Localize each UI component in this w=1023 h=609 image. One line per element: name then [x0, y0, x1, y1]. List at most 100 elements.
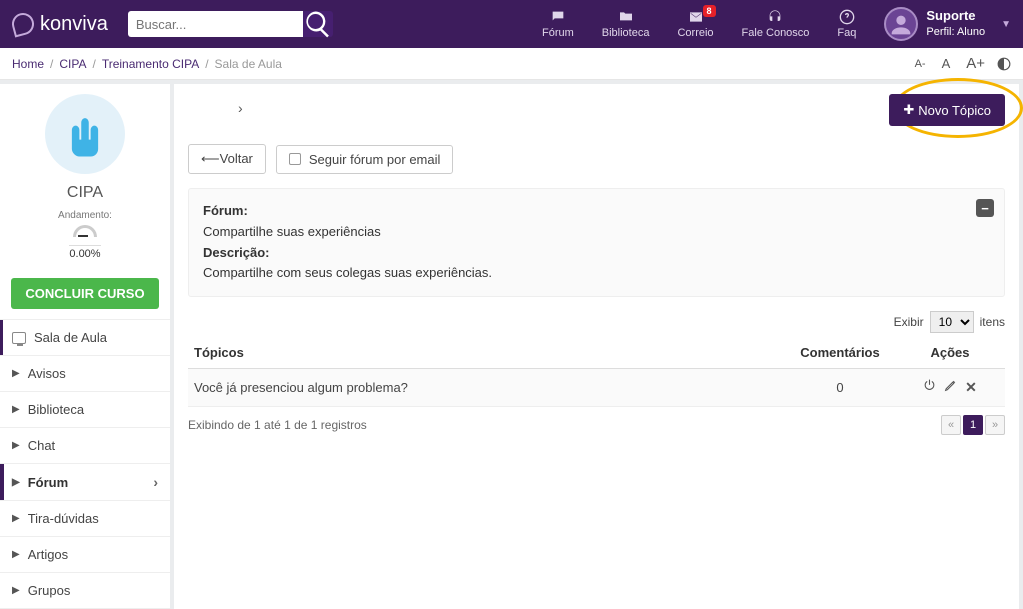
progress-gauge-icon: [60, 225, 110, 239]
nav-biblioteca[interactable]: Biblioteca: [592, 7, 660, 41]
sidebar-item-forum[interactable]: ▶ Fórum ›: [0, 464, 170, 500]
page-size-select[interactable]: 10: [930, 311, 974, 333]
sidebar-item-label: Sala de Aula: [34, 330, 107, 345]
delete-icon[interactable]: ✕: [965, 379, 977, 396]
chevron-down-icon: ▼: [1001, 19, 1011, 30]
breadcrumb-treinamento[interactable]: Treinamento CIPA: [102, 57, 199, 71]
user-info: Suporte Perfil: Aluno: [926, 8, 985, 39]
logo-swirl-icon: [10, 11, 37, 38]
person-icon: [887, 11, 915, 39]
envelope-icon: [688, 9, 704, 25]
breadcrumb-cipa[interactable]: CIPA: [59, 57, 86, 71]
sidebar-item-biblioteca[interactable]: ▶ Biblioteca: [0, 392, 170, 427]
novo-topico-button[interactable]: ✚ Novo Tópico: [889, 94, 1005, 126]
nav-faq[interactable]: Faq: [827, 7, 866, 41]
sidebar-item-chat[interactable]: ▶ Chat: [0, 428, 170, 463]
brand-name: konviva: [40, 13, 108, 36]
pager-info: Exibindo de 1 até 1 de 1 registros: [188, 418, 367, 432]
plus-icon: ✚: [903, 102, 914, 118]
topics-table: Tópicos Comentários Ações Você já presen…: [188, 337, 1005, 407]
table-page-size: Exibir 10 itens: [188, 311, 1005, 333]
table-footer: Exibindo de 1 até 1 de 1 registros « 1 »: [188, 415, 1005, 435]
col-topicos: Tópicos: [188, 337, 785, 369]
sidebar-item-label: Avisos: [28, 366, 66, 381]
side-menu: Sala de Aula ▶ Avisos ▶ Biblioteca ▶ Cha…: [0, 319, 170, 609]
forum-title-label: Fórum:: [203, 203, 248, 218]
novo-topico-label: Novo Tópico: [918, 103, 991, 118]
pager-prev[interactable]: «: [941, 415, 961, 435]
sidebar-item-label: Grupos: [28, 583, 71, 598]
collapse-button[interactable]: −: [976, 199, 994, 217]
progress-percent: 0.00%: [69, 245, 100, 260]
follow-label: Seguir fórum por email: [309, 152, 441, 167]
topic-comments: 0: [785, 369, 895, 407]
power-icon[interactable]: [923, 379, 936, 392]
forum-description-box: − Fórum: Compartilhe suas experiências D…: [188, 188, 1005, 297]
pager-page-1[interactable]: 1: [963, 415, 983, 435]
search-input[interactable]: [128, 11, 303, 37]
sidebar-item-artigos[interactable]: ▶ Artigos: [0, 537, 170, 572]
forum-description: Compartilhe com seus colegas suas experi…: [203, 265, 492, 280]
mail-badge: 8: [703, 5, 716, 17]
hands-icon: [45, 94, 125, 174]
font-smaller[interactable]: A-: [911, 58, 930, 70]
caret-right-icon: ▶: [12, 368, 20, 379]
breadcrumb-caret-icon[interactable]: ›: [238, 100, 243, 116]
breadcrumb: Home / CIPA / Treinamento CIPA / Sala de…: [12, 57, 282, 71]
nav-fale-conosco[interactable]: Fale Conosco: [732, 7, 820, 41]
course-title: CIPA: [0, 178, 170, 210]
top-navigation: konviva Fórum Biblioteca 8 Correio Fale …: [0, 0, 1023, 48]
font-larger[interactable]: A+: [962, 55, 989, 72]
user-menu[interactable]: Suporte Perfil: Aluno ▼: [884, 7, 1011, 41]
sidebar-item-label: Chat: [28, 438, 55, 453]
sidebar: CIPA Andamento: 0.00% CONCLUIR CURSO Sal…: [0, 84, 170, 609]
caret-right-icon: ▶: [12, 513, 20, 524]
table-row[interactable]: Você já presenciou algum problema? 0 ✕: [188, 369, 1005, 407]
sidebar-item-grupos[interactable]: ▶ Grupos: [0, 573, 170, 608]
caret-right-icon: ▶: [12, 477, 20, 488]
search-button[interactable]: [303, 11, 333, 37]
main-area: › ✚ Novo Tópico ⟵Voltar Seguir fórum por…: [174, 84, 1019, 609]
headset-icon: [767, 9, 783, 25]
sidebar-item-avisos[interactable]: ▶ Avisos: [0, 356, 170, 391]
avatar: [884, 7, 918, 41]
chat-bubble-icon: [550, 9, 566, 25]
sidebar-item-label: Biblioteca: [28, 402, 84, 417]
topic-title[interactable]: Você já presenciou algum problema?: [188, 369, 785, 407]
sidebar-item-label: Artigos: [28, 547, 68, 562]
back-button[interactable]: ⟵Voltar: [188, 144, 266, 174]
sidebar-item-tira-duvidas[interactable]: ▶ Tira-dúvidas: [0, 501, 170, 536]
font-reset[interactable]: A: [938, 56, 955, 71]
subnav: Home / CIPA / Treinamento CIPA / Sala de…: [0, 48, 1023, 80]
minus-icon: −: [981, 201, 989, 216]
sidebar-item-sala-de-aula[interactable]: Sala de Aula: [0, 320, 170, 355]
col-comentarios: Comentários: [785, 337, 895, 369]
checkbox-icon: [289, 153, 301, 165]
arrow-left-icon: ⟵: [201, 151, 220, 166]
pencil-icon[interactable]: [944, 379, 957, 392]
nav-correio[interactable]: 8 Correio: [667, 7, 723, 41]
progress-label: Andamento:: [10, 210, 160, 221]
follow-forum-checkbox[interactable]: Seguir fórum por email: [276, 145, 454, 174]
nav-forum[interactable]: Fórum: [532, 7, 584, 41]
breadcrumb-home[interactable]: Home: [12, 57, 44, 71]
row-actions: ✕: [901, 379, 999, 396]
caret-right-icon: ▶: [12, 440, 20, 451]
pager-next[interactable]: »: [985, 415, 1005, 435]
novo-topico-wrap: ✚ Novo Tópico: [889, 94, 1005, 126]
forum-title: Compartilhe suas experiências: [203, 224, 381, 239]
sidebar-item-label: Fórum: [28, 475, 68, 490]
monitor-icon: [12, 332, 26, 344]
forum-desc-label: Descrição:: [203, 245, 269, 260]
brand-logo[interactable]: konviva: [12, 13, 108, 36]
course-logo: [0, 84, 170, 178]
contrast-icon[interactable]: [997, 57, 1011, 71]
search-container: [128, 11, 333, 37]
col-acoes: Ações: [895, 337, 1005, 369]
caret-right-icon: ▶: [12, 404, 20, 415]
chevron-right-icon: ›: [153, 474, 158, 490]
font-size-controls: A- A A+: [911, 55, 1011, 72]
conclude-course-button[interactable]: CONCLUIR CURSO: [11, 278, 158, 309]
caret-right-icon: ▶: [12, 585, 20, 596]
sidebar-item-label: Tira-dúvidas: [28, 511, 99, 526]
